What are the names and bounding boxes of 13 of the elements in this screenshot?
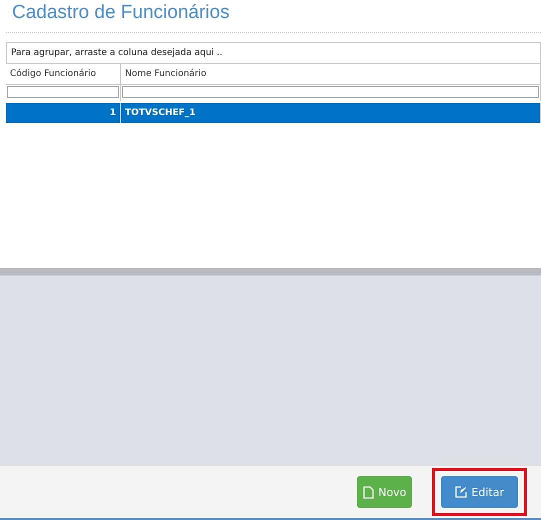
edit-icon [455, 486, 468, 498]
filter-field[interactable] [122, 86, 539, 98]
splitter-bar[interactable] [0, 268, 541, 276]
page-title: Cadastro de Funcionários [11, 1, 231, 25]
table-cell[interactable]: TOTVSCHEF_1 [121, 103, 541, 123]
edit-button[interactable]: Editar [441, 476, 518, 508]
table-cell[interactable]: 1 [6, 103, 121, 123]
column-header[interactable]: Nome Funcionário [121, 64, 541, 85]
file-icon [363, 486, 374, 498]
column-header[interactable]: Código Funcionário [6, 64, 121, 85]
filter-field[interactable] [7, 86, 119, 98]
new-button[interactable]: Novo [357, 476, 412, 508]
group-panel: Para agrupar, arraste a coluna desejada aqui .. [6, 42, 541, 64]
